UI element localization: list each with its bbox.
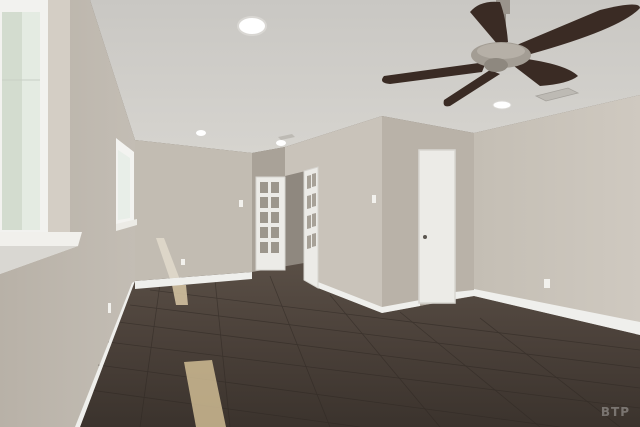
recessed-light-4 [492,100,512,110]
recessed-light-1 [237,16,267,36]
back-wall [135,140,252,281]
window-small [116,138,137,231]
french-door-left[interactable] [255,176,286,271]
door-knob[interactable] [423,235,427,239]
window-reveal [48,0,70,232]
outlet-back [181,259,185,265]
room-photo [0,0,640,427]
recessed-light-2 [196,130,206,136]
outlet-left [108,303,111,313]
light-switch-back[interactable] [239,200,243,207]
closet-door[interactable] [418,149,456,304]
watermark-text: BTP [600,405,630,419]
outlet-right [544,279,550,288]
light-switch-column[interactable] [372,195,376,203]
french-door-right[interactable] [303,166,319,289]
recessed-light-3 [276,140,286,146]
